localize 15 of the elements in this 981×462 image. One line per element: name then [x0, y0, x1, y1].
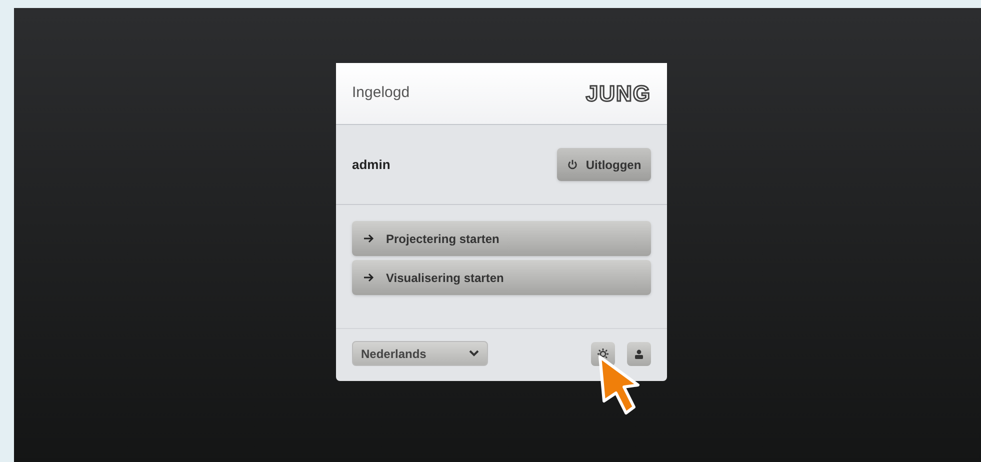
power-icon: [566, 159, 578, 170]
settings-icon: [597, 348, 609, 360]
arrow-right-icon: [364, 273, 374, 282]
start-button[interactable]: Projectering starten: [352, 221, 651, 256]
user-button[interactable]: [627, 342, 651, 366]
logout-button[interactable]: Uitloggen: [557, 148, 651, 181]
card-title: Ingelogd: [352, 83, 410, 104]
arrow-right-icon: [364, 234, 374, 243]
user-icon: [634, 348, 644, 358]
language-select[interactable]: Nederlands: [352, 341, 488, 366]
username: admin: [352, 156, 390, 174]
start-button[interactable]: Visualisering starten: [352, 260, 651, 295]
chevron-down-icon: [469, 350, 479, 357]
cursor-pointer-icon: [598, 355, 642, 417]
brand-logo: JUNG: [586, 82, 651, 104]
